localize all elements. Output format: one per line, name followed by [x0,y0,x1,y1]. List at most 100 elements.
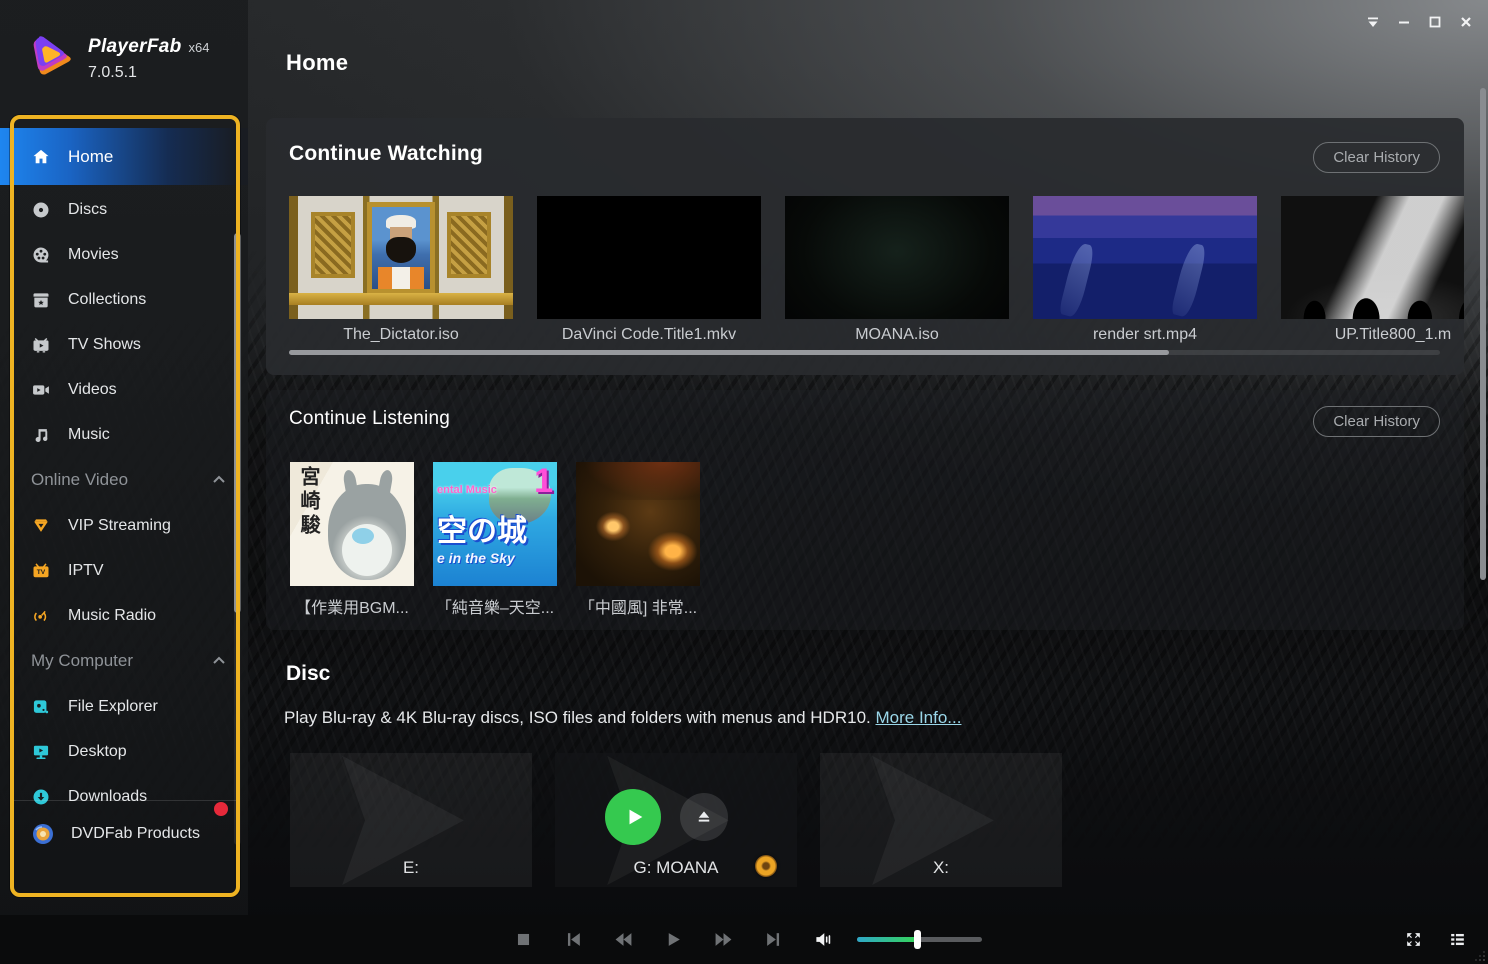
fast-forward-icon[interactable] [698,915,748,964]
video-thumbnail [537,196,761,319]
stop-icon[interactable] [498,915,548,964]
video-thumbnail [289,196,513,319]
clear-history-button[interactable]: Clear History [1313,142,1440,173]
video-thumbnail [1281,196,1464,319]
volume-slider[interactable] [857,937,982,942]
file-explorer-icon [31,697,51,717]
page-title: Home [286,50,348,76]
sidebar-item-label: Music Radio [68,607,156,625]
audio-thumbnail [576,462,700,586]
sidebar-item-discs[interactable]: Discs [0,187,248,232]
drive-label: X: [820,858,1062,878]
sidebar-section-online-video[interactable]: Online Video [0,457,248,503]
dvdfab-logo-icon [31,822,55,846]
sidebar-section-my-computer[interactable]: My Computer [0,638,248,684]
thumbnail-text: 空の城 [437,506,527,550]
play-icon[interactable] [648,915,698,964]
sidebar-item-dvdfab-products[interactable]: DVDFab Products [10,800,240,866]
disc-description-text: Play Blu-ray & 4K Blu-ray discs, ISO fil… [284,708,871,727]
audio-item-chinese-style[interactable]: 「中國風] 非常... [576,462,700,618]
disc-icon [31,200,51,220]
sidebar-item-tv-shows[interactable]: TV Shows [0,322,248,367]
drive-card-x[interactable]: X: [820,753,1062,887]
skip-next-icon[interactable] [748,915,798,964]
main-content: Home Continue Watching Clear History The… [248,0,1488,915]
sidebar-item-music[interactable]: Music [0,412,248,457]
media-item-render-srt[interactable]: render srt.mp4 [1033,196,1257,356]
sidebar-item-vip-streaming[interactable]: VIP Streaming [0,503,248,548]
skip-previous-icon[interactable] [548,915,598,964]
window-controls [1361,10,1478,34]
app-name: PlayerFab [88,36,182,57]
volume-fill [857,937,917,942]
continue-listening-list: 宮崎駿 【作業用BGM... 1 ental Music 空の城 e in th… [290,462,700,618]
chevron-up-icon [212,473,226,487]
app-title: PlayerFabx64 7.0.5.1 [88,36,210,82]
film-reel-icon [31,245,51,265]
more-info-link[interactable]: More Info... [875,708,961,727]
media-item-moana[interactable]: MOANA.iso [785,196,1009,356]
sidebar-item-label: Home [68,147,113,167]
tv-icon [31,335,51,355]
audio-item-bgm[interactable]: 宮崎駿 【作業用BGM... [290,462,414,618]
sidebar-item-home[interactable]: Home [0,128,248,185]
sidebar-item-label: IPTV [68,562,104,580]
sidebar-item-label: Discs [68,201,107,219]
audio-thumbnail: 宮崎駿 [290,462,414,586]
horizontal-scrollbar-thumb[interactable] [289,350,1169,355]
sidebar-item-desktop[interactable]: Desktop [0,729,248,774]
app-logo-block: PlayerFabx64 7.0.5.1 [0,0,248,82]
volume-slider-thumb[interactable] [914,930,921,949]
thumbnail-text: ental Music [437,484,497,496]
rewind-icon[interactable] [598,915,648,964]
play-disc-button[interactable] [605,789,661,845]
media-caption: 【作業用BGM... [290,594,414,618]
section-label: My Computer [31,651,212,671]
maximize-icon[interactable] [1423,10,1447,34]
vip-gem-icon [31,516,51,536]
sidebar-item-iptv[interactable]: TV IPTV [0,548,248,593]
sidebar-item-videos[interactable]: Videos [0,367,248,412]
media-item-dictator[interactable]: The_Dictator.iso [289,196,513,356]
fullscreen-icon[interactable] [1400,915,1426,964]
disc-media-icon [755,855,777,877]
sidebar-item-label: TV Shows [68,336,141,354]
media-item-up[interactable]: UP.Title800_1.m [1281,196,1464,356]
drive-card-e[interactable]: E: [290,753,532,887]
sidebar-item-collections[interactable]: Collections [0,277,248,322]
drive-card-g-moana[interactable]: G: MOANA [555,753,797,887]
close-icon[interactable] [1454,10,1478,34]
continue-listening-panel: Continue Listening Clear History 宮崎駿 【作業… [266,390,1464,630]
minimize-icon[interactable] [1392,10,1416,34]
sidebar-item-label: Videos [68,381,117,399]
video-camera-icon [31,380,51,400]
sidebar-item-music-radio[interactable]: Music Radio [0,593,248,638]
resize-grip[interactable] [1475,951,1485,961]
eject-disc-button[interactable] [680,793,728,841]
audio-thumbnail: 1 ental Music 空の城 e in the Sky [433,462,557,586]
menu-dropdown-icon[interactable] [1361,10,1385,34]
continue-watching-title: Continue Watching [289,142,483,166]
audio-item-laputa[interactable]: 1 ental Music 空の城 e in the Sky 「純音樂–天空..… [433,462,557,618]
collection-box-icon [31,290,51,310]
sidebar-item-label: Collections [68,291,146,309]
media-caption: DaVinci Code.Title1.mkv [537,326,761,344]
media-caption: 「中國風] 非常... [576,594,700,618]
media-caption: MOANA.iso [785,326,1009,344]
sidebar-item-movies[interactable]: Movies [0,232,248,277]
sidebar-scrollbar-thumb[interactable] [234,233,241,613]
clear-history-button[interactable]: Clear History [1313,406,1440,437]
main-scrollbar-thumb[interactable] [1480,88,1486,580]
app-version: 7.0.5.1 [88,64,210,82]
sidebar-item-file-explorer[interactable]: File Explorer [0,684,248,729]
home-icon [31,147,51,167]
playlist-icon[interactable] [1444,915,1470,964]
sidebar-item-label: DVDFab Products [71,825,200,843]
video-thumbnail [1033,196,1257,319]
media-caption: The_Dictator.iso [289,326,513,344]
video-thumbnail [785,196,1009,319]
radio-icon [31,606,51,626]
speaker-icon[interactable] [798,915,848,964]
media-item-davinci[interactable]: DaVinci Code.Title1.mkv [537,196,761,356]
sidebar-item-label: Desktop [68,743,127,761]
